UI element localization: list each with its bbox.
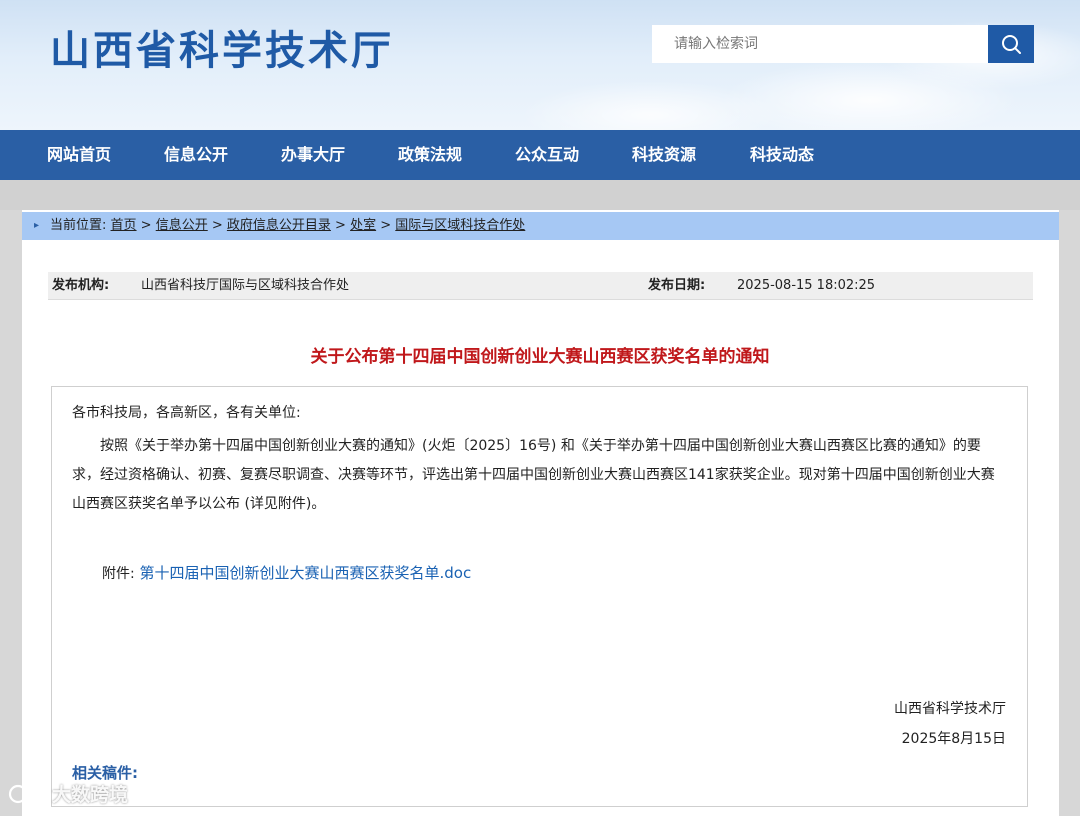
nav-item-public-interaction[interactable]: 公众互动 [515, 130, 579, 180]
nav-item-sci-news[interactable]: 科技动态 [750, 130, 814, 180]
search-button[interactable] [988, 25, 1034, 63]
article-meta-bar: 发布机构: 山西省科技厅国际与区域科技合作处 发布日期: 2025-08-15 … [48, 272, 1033, 300]
attachment-link[interactable]: 第十四届中国创新创业大赛山西赛区获奖名单.doc [140, 564, 472, 582]
date-label: 发布日期: [648, 278, 706, 293]
nav-item-policies[interactable]: 政策法规 [398, 130, 462, 180]
publisher-label: 发布机构: [52, 278, 110, 293]
search-input[interactable] [652, 25, 988, 63]
date-value: 2025-08-15 18:02:25 [737, 278, 876, 293]
watermark-text: 大数跨境 [52, 784, 129, 806]
nav-item-service-hall[interactable]: 办事大厅 [281, 130, 345, 180]
nav-item-sci-resources[interactable]: 科技资源 [632, 130, 696, 180]
nav-item-home[interactable]: 网站首页 [47, 130, 111, 180]
search-icon [1002, 35, 1021, 54]
chevron-right-icon: ▸ [34, 220, 40, 231]
attachment-row: 附件: 第十四届中国创新创业大赛山西赛区获奖名单.doc [102, 561, 471, 586]
nav-divider-band [0, 180, 1080, 210]
watermark-logo-icon [8, 784, 47, 803]
article-paragraph: 按照《关于举办第十四届中国创新创业大赛的通知》(火炬〔2025〕16号) 和《关… [72, 438, 995, 512]
breadcrumb: ▸ 当前位置: 首页 > 信息公开 > 政府信息公开目录 > 处室 > 国际与区… [22, 212, 1059, 240]
site-logo-title[interactable]: 山西省科学技术厅 [50, 18, 394, 76]
attachment-label: 附件: [102, 566, 135, 582]
publisher-value: 山西省科技厅国际与区域科技合作处 [141, 278, 350, 293]
breadcrumb-item-home[interactable]: 首页 [111, 218, 137, 233]
breadcrumb-label: 当前位置: [50, 218, 107, 233]
signature-date: 2025年8月15日 [901, 731, 1006, 747]
article-title: 关于公布第十四届中国创新创业大赛山西赛区获奖名单的通知 [310, 347, 770, 367]
breadcrumb-item-departments[interactable]: 处室 [350, 218, 376, 233]
article-salutation: 各市科技局，各高新区，各有关单位: [72, 405, 301, 421]
site-header: 山西省科学技术厅 [0, 0, 1080, 130]
signature-org: 山西省科学技术厅 [894, 701, 1006, 717]
nav-item-info-disclosure[interactable]: 信息公开 [164, 130, 228, 180]
main-nav: 网站首页 信息公开 办事大厅 政策法规 公众互动 科技资源 科技动态 [0, 130, 1080, 180]
watermark: 大数跨境 [8, 780, 128, 807]
breadcrumb-item-catalog[interactable]: 政府信息公开目录 [227, 218, 331, 233]
breadcrumb-item-intl-cooperation[interactable]: 国际与区域科技合作处 [395, 218, 525, 233]
breadcrumb-item-info[interactable]: 信息公开 [156, 218, 208, 233]
